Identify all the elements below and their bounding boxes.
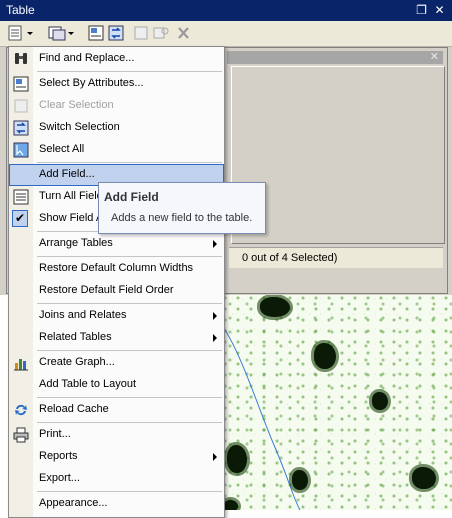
- table-tab-header: ✕: [227, 51, 443, 64]
- menu-label: Select All: [39, 143, 85, 155]
- menu-item-arrange-tables[interactable]: Arrange Tables: [9, 233, 224, 255]
- menu-label: Appearance...: [39, 497, 108, 509]
- tree-cluster: [314, 343, 336, 369]
- menu-label: Add Field...: [39, 168, 95, 180]
- restore-button[interactable]: ❐: [415, 4, 428, 17]
- menu-separator: [37, 303, 222, 304]
- tooltip-title: Add Field: [104, 190, 159, 204]
- close-table-icon[interactable]: ✕: [430, 50, 439, 63]
- menu-item-select-all[interactable]: Select All: [9, 139, 224, 161]
- tree-cluster: [372, 392, 388, 410]
- tree-cluster: [227, 445, 247, 473]
- tooltip-description: Adds a new field to the table.: [111, 212, 253, 224]
- menu-item-reports[interactable]: Reports: [9, 446, 224, 468]
- table-options-menu: Find and Replace... Select By Attributes…: [8, 46, 225, 518]
- menu-item-switch-selection[interactable]: Switch Selection: [9, 117, 224, 139]
- menu-label: Add Table to Layout: [39, 378, 137, 390]
- menu-label: Arrange Tables: [39, 237, 113, 249]
- map-view[interactable]: [222, 295, 452, 510]
- menu-separator: [37, 491, 222, 492]
- title-bar: Table ❐ ✕: [0, 0, 452, 21]
- window-title: Table: [6, 3, 35, 17]
- menu-separator: [37, 422, 222, 423]
- menu-label: Clear Selection: [39, 99, 114, 111]
- table-options-icon[interactable]: [8, 25, 33, 41]
- menu-item-select-by-attributes[interactable]: Select By Attributes...: [9, 73, 224, 95]
- menu-item-restore-field-order[interactable]: Restore Default Field Order: [9, 280, 224, 302]
- selection-count: 0 out of 4 Selected): [242, 252, 338, 264]
- menu-item-add-table-to-layout[interactable]: Add Table to Layout: [9, 374, 224, 396]
- select-all-icon: [13, 142, 29, 158]
- menu-separator: [37, 397, 222, 398]
- menu-item-reload-cache[interactable]: Reload Cache: [9, 399, 224, 421]
- menu-separator: [37, 71, 222, 72]
- tree-cluster: [412, 467, 436, 489]
- menu-label: Related Tables: [39, 331, 112, 343]
- menu-item-create-graph[interactable]: Create Graph...: [9, 352, 224, 374]
- clear-selection-icon[interactable]: [133, 25, 151, 41]
- status-bar: 0 out of 4 Selected): [229, 247, 443, 268]
- bar-chart-icon: [13, 355, 29, 371]
- tree-cluster: [224, 500, 238, 510]
- menu-label: Find and Replace...: [39, 52, 135, 64]
- menu-item-restore-column-widths[interactable]: Restore Default Column Widths: [9, 258, 224, 280]
- menu-label: Print...: [39, 428, 71, 440]
- menu-label: Restore Default Column Widths: [39, 262, 194, 274]
- switch-selection-icon[interactable]: [108, 25, 126, 41]
- menu-label: Restore Default Field Order: [39, 284, 174, 296]
- menu-label: Reload Cache: [39, 403, 109, 415]
- menu-item-clear-selection[interactable]: Clear Selection: [9, 95, 224, 117]
- menu-separator: [37, 162, 222, 163]
- add-field-tooltip: Add Field Adds a new field to the table.: [98, 182, 266, 234]
- submenu-arrow-icon: [213, 312, 217, 320]
- menu-item-print[interactable]: Print...: [9, 424, 224, 446]
- checkmark-icon: ✔: [12, 210, 28, 227]
- menu-label: Export...: [39, 472, 80, 484]
- select-by-attributes-icon[interactable]: [88, 25, 106, 41]
- switch-selection-icon: [13, 120, 29, 136]
- menu-separator: [37, 350, 222, 351]
- table-toolbar: [0, 21, 452, 47]
- related-tables-icon[interactable]: [48, 25, 74, 41]
- menu-label: Reports: [39, 450, 78, 462]
- menu-item-appearance[interactable]: Appearance...: [9, 493, 224, 515]
- submenu-arrow-icon: [213, 240, 217, 248]
- printer-icon: [13, 427, 29, 443]
- menu-label: Joins and Relates: [39, 309, 127, 321]
- menu-item-joins-relates[interactable]: Joins and Relates: [9, 305, 224, 327]
- clear-selection-icon: [13, 98, 29, 114]
- menu-label: Create Graph...: [39, 356, 115, 368]
- submenu-arrow-icon: [213, 334, 217, 342]
- tree-cluster: [292, 470, 308, 490]
- menu-item-export[interactable]: Export...: [9, 468, 224, 490]
- menu-separator: [37, 256, 222, 257]
- delete-selected-icon[interactable]: [175, 25, 193, 41]
- tree-cluster: [260, 297, 290, 317]
- menu-label: Select By Attributes...: [39, 77, 144, 89]
- menu-item-related-tables[interactable]: Related Tables: [9, 327, 224, 349]
- menu-item-find-replace[interactable]: Find and Replace...: [9, 48, 224, 70]
- reload-icon: [13, 402, 29, 418]
- submenu-arrow-icon: [213, 453, 217, 461]
- select-by-attributes-icon: [13, 76, 29, 92]
- zoom-to-selected-icon[interactable]: [153, 25, 171, 41]
- close-button[interactable]: ✕: [433, 4, 446, 17]
- binoculars-icon: [13, 51, 29, 67]
- fields-list-icon: [13, 189, 29, 205]
- menu-label: Switch Selection: [39, 121, 120, 133]
